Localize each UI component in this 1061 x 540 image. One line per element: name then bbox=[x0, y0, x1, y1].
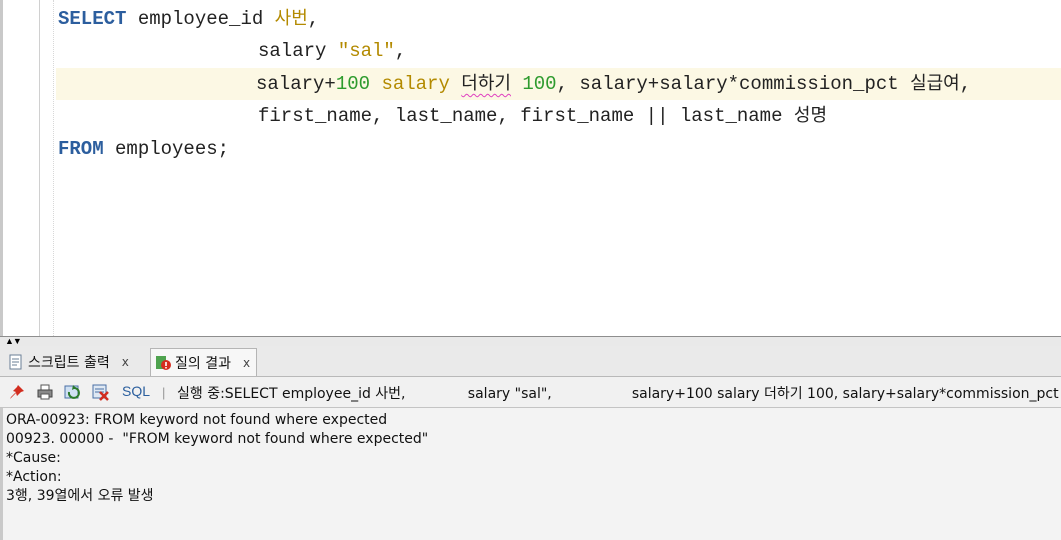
output-tab-bar: 스크립트 출력 x 질의 결과 x bbox=[0, 346, 1061, 377]
tab-close-button[interactable]: x bbox=[243, 356, 250, 370]
code-text: , bbox=[959, 73, 972, 95]
tab-script-output[interactable]: 스크립트 출력 x bbox=[4, 348, 135, 376]
code-line-1[interactable]: SELECT employee_id 사번, bbox=[58, 3, 319, 35]
column-alias: salary bbox=[381, 73, 450, 95]
column-alias: 사번 bbox=[274, 8, 308, 29]
execution-status-text: 실행 중:SELECT employee_id 사번, salary "sal"… bbox=[177, 386, 1061, 402]
output-line-code: 00923. 00000 - "FROM keyword not found w… bbox=[6, 431, 429, 447]
query-result-icon bbox=[155, 355, 171, 371]
code-text: , bbox=[394, 40, 407, 62]
code-text: first_name, last_name, first_name || las… bbox=[258, 105, 794, 127]
panel-splitter[interactable]: ▲▼ bbox=[0, 336, 1061, 346]
code-text: employee_id bbox=[126, 8, 275, 30]
tab-label: 질의 결과 bbox=[175, 355, 231, 372]
print-icon[interactable] bbox=[36, 383, 54, 401]
column-alias: 성명 bbox=[793, 105, 828, 126]
code-line-5[interactable]: FROM employees; bbox=[58, 133, 229, 165]
code-text: salary bbox=[258, 40, 338, 62]
toolbar-separator: | bbox=[162, 385, 166, 400]
code-line-3-current[interactable]: salary+100 salary 더하기 100, salary+salary… bbox=[56, 68, 1061, 100]
split-arrows-icon[interactable]: ▲▼ bbox=[5, 337, 22, 346]
code-text: salary+ bbox=[256, 73, 336, 95]
output-line-position: 3행, 39열에서 오류 발생 bbox=[6, 488, 154, 504]
output-line-cause: *Cause: bbox=[6, 450, 61, 466]
sql-editor[interactable]: SELECT employee_id 사번, salary "sal", sal… bbox=[0, 0, 1061, 336]
gutter-divider bbox=[39, 0, 40, 336]
query-result-output[interactable]: ORA-00923: FROM keyword not found where … bbox=[0, 408, 1061, 540]
output-line-error: ORA-00923: FROM keyword not found where … bbox=[6, 412, 388, 428]
code-text: , salary+salary*commission_pct bbox=[556, 73, 911, 95]
clear-icon[interactable] bbox=[92, 383, 110, 401]
column-alias: 실급여 bbox=[910, 73, 960, 94]
sql-button[interactable]: SQL bbox=[122, 383, 150, 399]
number-literal: 100 bbox=[522, 73, 557, 95]
line-gutter bbox=[0, 0, 39, 336]
tab-query-result[interactable]: 질의 결과 x bbox=[150, 348, 258, 376]
code-text: employees; bbox=[103, 138, 230, 160]
number-literal: 100 bbox=[335, 73, 371, 95]
string-literal: "sal" bbox=[337, 40, 395, 62]
output-line-action: *Action: bbox=[6, 469, 62, 485]
keyword-select: SELECT bbox=[58, 8, 127, 30]
error-token: 더하기 bbox=[461, 73, 511, 94]
pin-icon[interactable] bbox=[8, 383, 26, 401]
code-line-2[interactable]: salary "sal", bbox=[258, 35, 406, 67]
script-output-icon bbox=[8, 354, 24, 370]
result-toolbar: SQL | 실행 중:SELECT employee_id 사번, salary… bbox=[0, 377, 1061, 408]
keyword-from: FROM bbox=[58, 138, 104, 160]
refresh-icon[interactable] bbox=[64, 383, 82, 401]
fold-guide bbox=[53, 0, 54, 336]
code-line-4[interactable]: first_name, last_name, first_name || las… bbox=[258, 100, 827, 132]
tab-close-button[interactable]: x bbox=[122, 355, 129, 369]
tab-label: 스크립트 출력 bbox=[28, 355, 110, 371]
code-text: , bbox=[307, 8, 320, 30]
